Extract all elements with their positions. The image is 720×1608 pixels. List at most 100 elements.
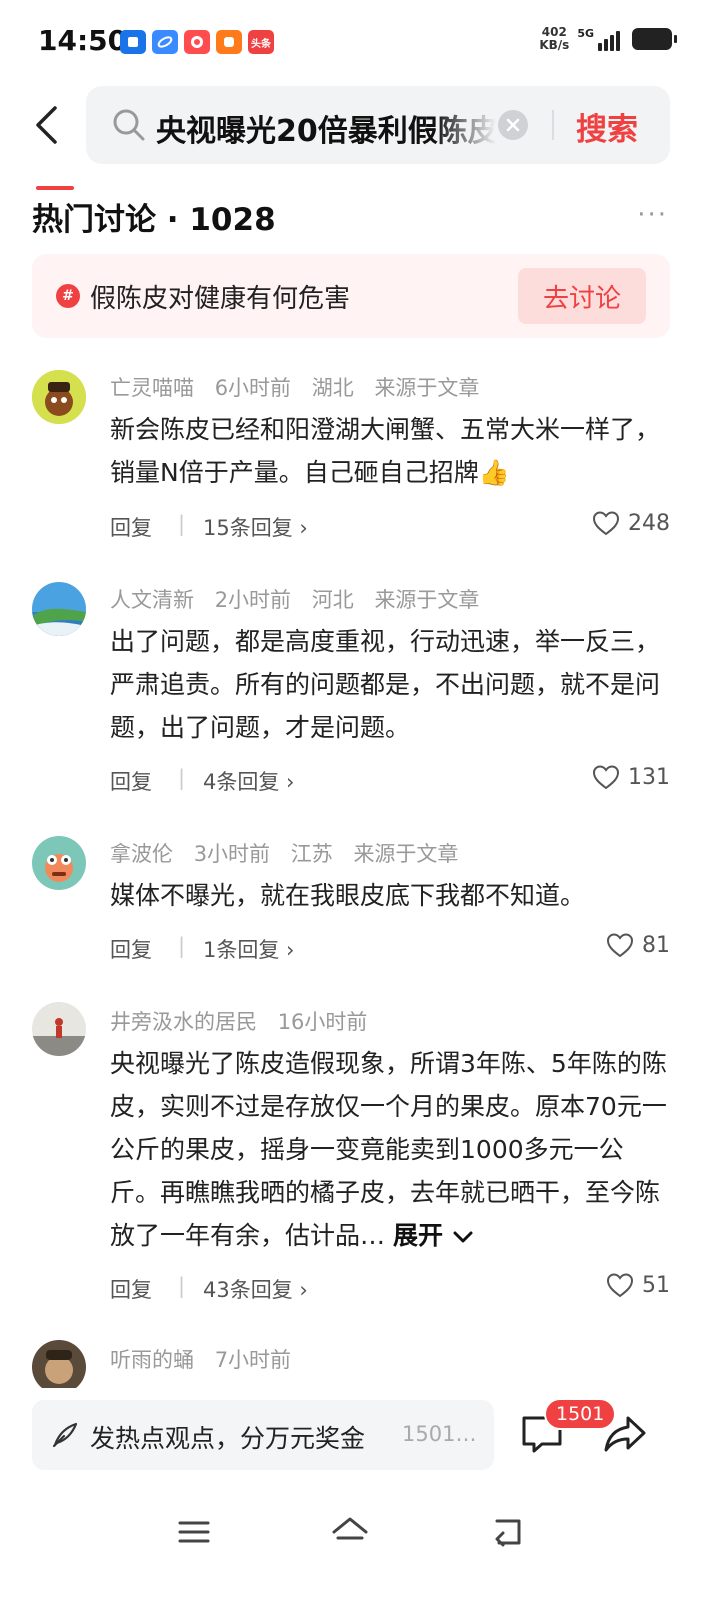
avatar[interactable] xyxy=(32,582,86,636)
chevron-down-icon xyxy=(453,1231,473,1243)
like-count: 131 xyxy=(628,764,670,790)
heart-icon xyxy=(606,1273,634,1298)
notification-icons: 头条 xyxy=(120,30,274,54)
expand-button[interactable]: 展开 xyxy=(393,1221,474,1250)
signal-icon: 5G xyxy=(577,27,620,51)
network-speed: 402 KB/s xyxy=(539,26,569,52)
action-divider: | xyxy=(178,766,186,790)
hashtag-icon: # xyxy=(56,284,80,308)
signal-label: 5G xyxy=(577,27,594,40)
reply-button[interactable]: 回复 xyxy=(110,766,152,796)
bottom-action-bar: 发热点观点，分万元奖金 1501… 1501 xyxy=(0,1388,720,1488)
avatar-image xyxy=(32,1340,86,1394)
comment-source-link[interactable]: 来源于文章 xyxy=(374,376,479,400)
avatar[interactable] xyxy=(32,370,86,424)
search-input[interactable]: 央视曝光20倍暴利假陈皮 xyxy=(156,106,496,150)
comment-location: 河北 xyxy=(311,588,354,612)
avatar-image xyxy=(32,1002,86,1056)
comment-text[interactable]: 央视曝光了陈皮造假现象，所谓3年陈、5年陈的陈皮，实则不过是存放仅一个月的果皮。… xyxy=(110,1042,670,1257)
view-replies-button[interactable]: 1条回复 › xyxy=(203,934,294,964)
like-count: 248 xyxy=(628,510,670,536)
heart-icon xyxy=(592,765,620,790)
view-replies-button[interactable]: 4条回复 › xyxy=(203,766,294,796)
view-replies-button[interactable]: 43条回复 › xyxy=(203,1274,308,1304)
comment-actions: 回复 | 43条回复 › 51 xyxy=(110,1272,670,1304)
share-icon xyxy=(604,1416,646,1452)
reply-button[interactable]: 回复 xyxy=(110,1274,152,1304)
comment-text-content: 央视曝光了陈皮造假现象，所谓3年陈、5年陈的陈皮，实则不过是存放仅一个月的果皮。… xyxy=(110,1049,667,1250)
compose-placeholder: 发热点观点，分万元奖金 xyxy=(90,1424,366,1453)
comment-time: 16小时前 xyxy=(277,1010,368,1034)
nav-menu-button[interactable] xyxy=(172,1510,216,1554)
compose-input[interactable]: 发热点观点，分万元奖金 1501… xyxy=(32,1400,494,1470)
more-options-button[interactable]: ··· xyxy=(637,200,668,230)
like-button[interactable]: 81 xyxy=(606,932,670,958)
like-button[interactable]: 248 xyxy=(592,510,670,536)
search-box[interactable]: 央视曝光20倍暴利假陈皮 搜索 xyxy=(86,86,670,164)
go-discuss-button[interactable]: 去讨论 xyxy=(518,268,646,324)
status-indicators: 402 KB/s 5G xyxy=(539,26,677,52)
comment-text[interactable]: 新会陈皮已经和阳澄湖大闸蟹、五常大米一样了，销量N倍于产量。自己砸自己招牌👍 xyxy=(110,408,670,494)
comment-text[interactable]: 媒体不曝光，就在我眼皮底下我都不知道。 xyxy=(110,874,670,917)
avatar-image xyxy=(32,582,86,636)
comment-meta: 听雨的蛹 7小时前 xyxy=(110,1344,305,1374)
comment-text[interactable]: 出了问题，都是高度重视，行动迅速，举一反三，严肃追责。所有的问题都是，不出问题，… xyxy=(110,620,670,749)
chevron-left-icon xyxy=(36,106,57,144)
avatar[interactable] xyxy=(32,1002,86,1056)
comment-meta: 人文清新 2小时前 河北 来源于文章 xyxy=(110,584,493,614)
comment-username[interactable]: 拿波伦 xyxy=(110,842,173,866)
action-divider: | xyxy=(178,512,186,536)
comment-username[interactable]: 井旁汲水的居民 xyxy=(110,1010,257,1034)
avatar[interactable] xyxy=(32,836,86,890)
reply-button[interactable]: 回复 xyxy=(110,512,152,542)
orange-app-icon xyxy=(216,30,242,54)
avatar[interactable] xyxy=(32,1340,86,1394)
topic-banner[interactable]: # 假陈皮对健康有何危害 去讨论 xyxy=(32,254,670,338)
comment-location: 湖北 xyxy=(311,376,354,400)
like-count: 51 xyxy=(642,1272,670,1298)
home-icon xyxy=(332,1517,368,1540)
clear-search-button[interactable] xyxy=(498,110,528,140)
like-button[interactable]: 51 xyxy=(606,1272,670,1298)
battery-icon xyxy=(632,28,677,50)
nav-back-button[interactable] xyxy=(486,1510,530,1554)
browser-app-icon xyxy=(152,30,178,54)
comment-username[interactable]: 亡灵喵喵 xyxy=(110,376,194,400)
comment-meta: 亡灵喵喵 6小时前 湖北 来源于文章 xyxy=(110,372,493,402)
search-button[interactable]: 搜索 xyxy=(576,104,638,149)
action-divider: | xyxy=(178,1274,186,1298)
heart-icon xyxy=(592,511,620,536)
reply-button[interactable]: 回复 xyxy=(110,934,152,964)
comment-actions: 回复 | 1条回复 › 81 xyxy=(110,932,670,964)
back-button[interactable] xyxy=(24,100,68,150)
comment-meta: 拿波伦 3小时前 江苏 来源于文章 xyxy=(110,838,472,868)
compose-count: 1501… xyxy=(402,1422,477,1446)
comment-time: 6小时前 xyxy=(214,376,292,400)
network-speed-unit: KB/s xyxy=(539,38,570,52)
comment-location: 江苏 xyxy=(290,842,333,866)
action-divider: | xyxy=(178,934,186,958)
screen: 14:50 头条 402 KB/s 5G 央视曝光20倍暴利假陈皮 搜索 热门讨… xyxy=(0,0,720,1608)
status-time: 14:50 xyxy=(38,24,128,57)
comment-source-link[interactable]: 来源于文章 xyxy=(374,588,479,612)
nav-home-button[interactable] xyxy=(328,1510,372,1554)
status-bar: 14:50 头条 402 KB/s 5G xyxy=(0,0,720,80)
search-icon xyxy=(113,109,145,141)
search-divider xyxy=(552,110,554,140)
like-button[interactable]: 131 xyxy=(592,764,670,790)
section-title: 热门讨论 · 1028 xyxy=(32,202,276,238)
like-count: 81 xyxy=(642,932,670,958)
comment-source-link[interactable]: 来源于文章 xyxy=(353,842,458,866)
comment-time: 7小时前 xyxy=(214,1348,292,1372)
comment-time: 2小时前 xyxy=(214,588,292,612)
view-replies-button[interactable]: 15条回复 › xyxy=(203,512,308,542)
back-icon xyxy=(495,1519,521,1547)
comment-meta: 井旁汲水的居民 16小时前 xyxy=(110,1006,381,1036)
comment-username[interactable]: 人文清新 xyxy=(110,588,194,612)
topic-text: 假陈皮对健康有何危害 xyxy=(90,284,351,314)
comment-username[interactable]: 听雨的蛹 xyxy=(110,1348,194,1372)
avatar-image xyxy=(32,836,86,890)
system-nav-bar xyxy=(0,1488,720,1608)
share-button[interactable] xyxy=(602,1414,648,1458)
blue-app-icon xyxy=(120,30,146,54)
